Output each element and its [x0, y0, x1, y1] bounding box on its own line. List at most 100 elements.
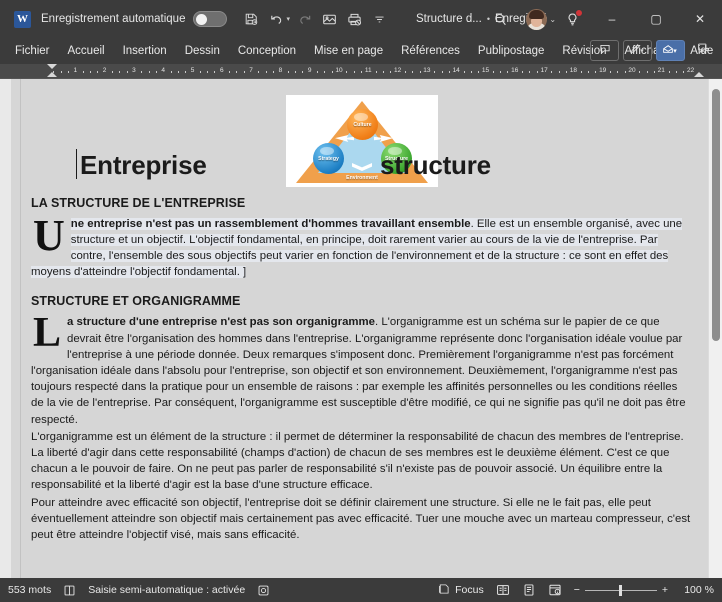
minimize-button[interactable]: – [590, 0, 634, 38]
undo-dropdown-icon[interactable]: ▾ [286, 15, 290, 23]
section-paragraph-1[interactable]: U ne entreprise n'est pas un rassembleme… [31, 213, 693, 281]
customize-qat-icon[interactable] [368, 7, 392, 31]
ruler-tick [126, 70, 128, 73]
zoom-slider[interactable]: − + [574, 584, 668, 596]
ruler-tick [185, 70, 187, 73]
maximize-button[interactable]: ▢ [634, 0, 678, 38]
ruler-number: 12 [393, 67, 402, 74]
section-heading-2: STRUCTURE ET ORGANIGRAMME [31, 294, 241, 309]
left-indent-marker[interactable] [47, 72, 57, 77]
document-page[interactable]: Culture Strategy Structure Environment E… [11, 79, 711, 578]
tab-conception[interactable]: Conception [229, 42, 305, 60]
title-bar: W Enregistrement automatique ▾ Structure… [0, 0, 722, 38]
tab-mise-en-page[interactable]: Mise en page [305, 42, 392, 60]
ruler-tick [60, 70, 62, 73]
page-title[interactable]: Entreprise structure [31, 149, 693, 182]
share-button[interactable]: ▾ [656, 40, 685, 61]
ruler-tick [243, 70, 245, 73]
ruler-tick [580, 70, 582, 73]
lightbulb-icon[interactable] [554, 4, 590, 34]
tab-references[interactable]: Références [392, 42, 469, 60]
section-paragraph-2[interactable]: L a structure d'une entreprise n'est pas… [31, 312, 693, 427]
body-paragraph-1[interactable]: L'organigramme est un élément de la stru… [31, 429, 693, 494]
tab-insertion[interactable]: Insertion [114, 42, 176, 60]
ruler-number: 19 [599, 67, 607, 74]
zoom-handle[interactable] [618, 584, 622, 596]
zoom-track[interactable] [584, 584, 657, 596]
proofing-icon[interactable] [63, 584, 76, 597]
ruler-tick [646, 70, 648, 73]
ruler-tick [236, 70, 238, 73]
ruler-tick [258, 70, 260, 73]
ruler-number: 11 [364, 67, 372, 74]
ruler-tick [566, 70, 568, 73]
ruler-tick [67, 70, 69, 73]
zoom-out-button[interactable]: − [574, 584, 580, 596]
ruler-tick [434, 70, 436, 73]
ruler-tick [287, 70, 289, 73]
tab-accueil[interactable]: Accueil [59, 42, 114, 60]
ruler-number: 14 [452, 67, 460, 74]
editing-dropdown-icon[interactable]: ▾ [640, 47, 644, 55]
ruler-number: 1 [73, 67, 78, 74]
ruler-number: 3 [132, 67, 136, 74]
ruler-tick [273, 70, 275, 73]
word-count[interactable]: 553 mots [8, 584, 51, 596]
document-name: Structure d... [415, 13, 482, 25]
ruler-tick [155, 70, 157, 73]
ruler-tick [470, 70, 472, 73]
scrollbar-thumb[interactable] [712, 89, 720, 341]
body-paragraph-2[interactable]: Pour atteindre avec efficacité son objec… [31, 495, 693, 544]
status-bar: 553 mots Saisie semi-automatique : activ… [0, 578, 722, 602]
redo-icon [293, 7, 317, 31]
tab-dessin[interactable]: Dessin [176, 42, 229, 60]
web-layout-icon[interactable] [548, 583, 562, 597]
zoom-level[interactable]: 100 % [680, 584, 714, 596]
avatar[interactable] [518, 4, 554, 34]
text-cursor [76, 149, 77, 179]
first-line-indent-marker[interactable] [47, 64, 57, 69]
undo-icon[interactable] [264, 7, 288, 31]
autosave-toggle[interactable] [193, 11, 228, 27]
ruler-tick [500, 70, 502, 73]
focus-label: Focus [455, 584, 484, 596]
print-layout-icon[interactable] [522, 583, 536, 597]
print-preview-icon[interactable] [343, 7, 367, 31]
page-title-right: structure [380, 150, 491, 180]
search-icon[interactable] [482, 4, 518, 34]
horizontal-ruler[interactable]: 1 2 3 4 5 6 7 8 9 10 11 12 13 14 15 16 17 18 19 20 21 22 [0, 64, 722, 79]
close-button[interactable]: ✕ [678, 0, 722, 38]
section-heading-1: LA STRUCTURE DE L'ENTREPRISE [31, 195, 246, 210]
word-logo-icon: W [14, 10, 31, 28]
right-indent-marker[interactable] [694, 72, 704, 77]
ruler-tick [463, 70, 465, 73]
vertical-scrollbar[interactable] [708, 79, 722, 578]
accessibility-icon[interactable] [257, 584, 270, 597]
ruler-tick [529, 70, 531, 73]
ruler-tick [683, 70, 685, 73]
focus-icon [438, 583, 450, 598]
autocomplete-status[interactable]: Saisie semi-automatique : activée [88, 584, 245, 596]
ruler-tick [295, 70, 297, 73]
ruler-number: 7 [249, 67, 253, 74]
editing-button[interactable]: ▾ [623, 40, 652, 61]
ruler-number: 6 [219, 67, 224, 74]
zoom-in-button[interactable]: + [662, 584, 668, 596]
focus-mode-button[interactable]: Focus [438, 583, 484, 598]
ruler-tick [448, 70, 450, 73]
comments-button[interactable] [590, 40, 619, 61]
ruler-number: 5 [190, 67, 195, 74]
present-button[interactable] [689, 40, 718, 61]
ruler-tick [551, 70, 553, 73]
ruler-tick [265, 70, 267, 73]
save-icon[interactable] [239, 7, 263, 31]
read-mode-icon[interactable] [496, 583, 510, 597]
ruler-tick [675, 70, 677, 73]
tab-publipostage[interactable]: Publipostage [469, 42, 554, 60]
ruler-tick [478, 70, 480, 73]
tab-fichier[interactable]: Fichier [6, 42, 59, 60]
ruler-tick [229, 70, 231, 73]
ruler-tick [522, 70, 524, 73]
touch-mode-icon[interactable] [318, 7, 342, 31]
share-dropdown-icon[interactable]: ▾ [673, 47, 677, 55]
